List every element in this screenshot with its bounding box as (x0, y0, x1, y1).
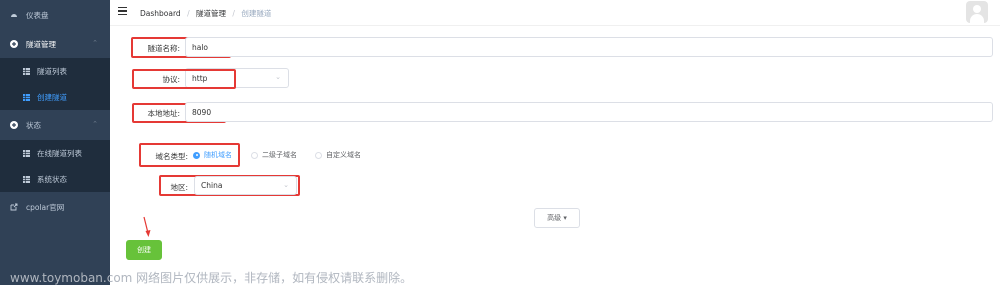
sidebar-item-label: 在线隧道列表 (37, 149, 82, 158)
annotation-arrow-icon (143, 216, 151, 237)
create-button[interactable]: 创建 (126, 240, 162, 260)
chevron-up-icon: ⌃ (92, 120, 98, 128)
watermark-text: www.toymoban.com 网络图片仅供展示，非存储，如有侵权请联系删除。 (10, 271, 413, 285)
region-label: 地区: (170, 183, 188, 192)
avatar[interactable] (966, 1, 988, 23)
advanced-button[interactable]: 高级 ▾ (534, 208, 580, 228)
sidebar-item-label: 系统状态 (37, 175, 67, 184)
sidebar-item-label: cpolar官网 (26, 203, 65, 212)
grid-icon (22, 93, 30, 101)
breadcrumb: Dashboard / 隧道管理 / 创建隧道 (140, 8, 271, 19)
chevron-down-icon: ⌄ (275, 73, 281, 81)
radio-subdomain[interactable]: 二级子域名 (251, 150, 297, 160)
chevron-down-icon: ⌄ (283, 181, 289, 189)
tunnel-name-label: 隧道名称: (147, 44, 180, 53)
sidebar-item-system-status[interactable]: 系统状态 (0, 170, 110, 188)
sidebar-item-dashboard[interactable]: 仪表盘 (0, 6, 110, 24)
protocol-label: 协议: (162, 75, 180, 84)
sidebar-item-label: 隧道列表 (37, 67, 67, 76)
radio-custom-domain[interactable]: 自定义域名 (315, 150, 361, 160)
local-address-input[interactable]: 8090 (185, 102, 993, 122)
grid-icon (22, 67, 30, 75)
plus-circle-icon (10, 40, 18, 48)
breadcrumb-tunnel-management[interactable]: 隧道管理 (196, 9, 226, 18)
top-navbar: Dashboard / 隧道管理 / 创建隧道 (110, 0, 1000, 26)
radio-random-domain[interactable]: 随机域名 (193, 150, 232, 160)
domain-type-label: 域名类型: (155, 152, 188, 161)
grid-icon (22, 149, 30, 157)
breadcrumb-dashboard[interactable]: Dashboard (140, 9, 181, 18)
local-address-label: 本地地址: (147, 109, 180, 118)
tunnel-name-value: halo (192, 42, 209, 52)
sidebar-item-online-tunnels[interactable]: 在线隧道列表 (0, 144, 110, 162)
sidebar-item-cpolar-site[interactable]: cpolar官网 (0, 198, 110, 216)
local-address-value: 8090 (192, 107, 212, 117)
sidebar-item-tunnel-list[interactable]: 隧道列表 (0, 62, 110, 80)
region-value: China (201, 181, 223, 190)
plus-circle-icon (10, 121, 18, 129)
hamburger-icon[interactable] (118, 7, 127, 16)
sidebar-item-create-tunnel[interactable]: 创建隧道 (0, 88, 110, 106)
chevron-up-icon: ⌃ (92, 39, 98, 47)
grid-icon (22, 175, 30, 183)
sidebar-item-tunnel-management[interactable]: 隧道管理 ⌃ (0, 35, 110, 53)
sidebar-item-label: 创建隧道 (37, 93, 67, 102)
sidebar-item-label: 隧道管理 (26, 40, 56, 49)
sidebar: 仪表盘 隧道管理 ⌃ 隧道列表 创建隧道 状态 ⌃ 在线隧道列表 系统状态 cp… (0, 0, 110, 285)
sidebar-item-label: 仪表盘 (26, 11, 49, 20)
tunnel-name-input[interactable]: halo (185, 37, 993, 57)
breadcrumb-current: 创建隧道 (241, 9, 272, 18)
app-root: 仪表盘 隧道管理 ⌃ 隧道列表 创建隧道 状态 ⌃ 在线隧道列表 系统状态 cp… (0, 0, 1000, 285)
breadcrumb-separator: / (232, 9, 235, 18)
region-select[interactable]: China ⌄ (194, 176, 297, 195)
external-link-icon (10, 203, 18, 211)
breadcrumb-separator: / (187, 9, 190, 18)
dashboard-icon (10, 11, 18, 19)
sidebar-item-label: 状态 (26, 121, 41, 130)
sidebar-item-status[interactable]: 状态 ⌃ (0, 116, 110, 134)
